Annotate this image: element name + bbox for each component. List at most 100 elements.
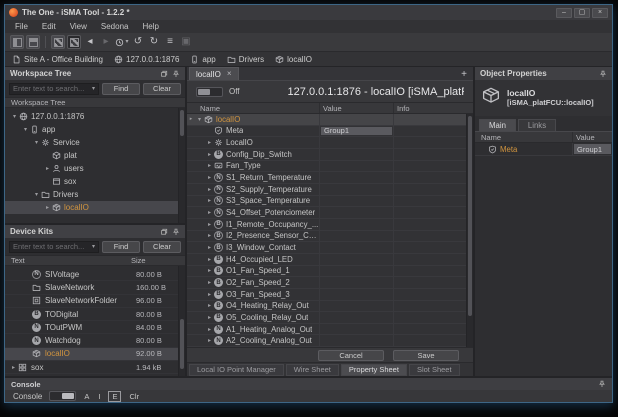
kits-scrollbar[interactable] [178, 266, 185, 376]
property-row-fan-type[interactable]: ▸Fan_Type [187, 161, 466, 173]
expander-icon[interactable]: ▸ [205, 256, 214, 263]
value-cell[interactable] [319, 335, 393, 346]
tree-node-plat[interactable]: plat [5, 149, 178, 162]
workspace-tree-scrollbar[interactable] [178, 108, 185, 223]
new-workspace-icon[interactable] [10, 35, 24, 49]
value-cell[interactable] [319, 254, 393, 265]
kit-row-slavenetworkfolder[interactable]: SlaveNetworkFolder96.00 B [5, 295, 178, 308]
tree-node-localio[interactable]: ▸localIO [5, 201, 178, 214]
undo-icon[interactable]: ↺ [131, 35, 145, 49]
expander-icon[interactable]: ▸ [205, 244, 214, 251]
minimize-button[interactable]: – [556, 8, 572, 18]
value-cell[interactable] [319, 231, 393, 242]
property-row-o3-fan-speed-3[interactable]: ▸BO3_Fan_Speed_3 [187, 289, 466, 301]
scrollbar-thumb[interactable] [468, 116, 472, 316]
float-panel-icon[interactable] [160, 228, 168, 236]
clear-button[interactable]: Clear [143, 241, 181, 253]
expander-icon[interactable]: ▸ [43, 165, 52, 172]
chevron-down-icon[interactable]: ▾ [92, 243, 98, 250]
menu-sedona[interactable]: Sedona [94, 22, 136, 31]
clear-button[interactable]: Clear [143, 83, 181, 95]
value-cell[interactable] [319, 172, 393, 183]
expander-icon[interactable]: ▸ [205, 151, 214, 158]
value-cell[interactable] [319, 137, 393, 148]
value-cell[interactable]: Group1 [319, 126, 393, 137]
tree-node-users[interactable]: ▸users [5, 162, 178, 175]
float-panel-icon[interactable] [160, 70, 168, 78]
property-row-a1-heating-analog-out[interactable]: ▸NA1_Heating_Analog_Out [187, 324, 466, 336]
view-tab-property-sheet[interactable]: Property Sheet [341, 364, 407, 376]
breadcrumb-item-0[interactable]: Site A - Office Building [12, 55, 103, 64]
save-button[interactable]: Save [393, 350, 459, 361]
property-row-i2-presence-sensor-ca-[interactable]: ▸BI2_Presence_Sensor_Ca... [187, 231, 466, 243]
kit-row-watchdog[interactable]: N Watchdog80.00 B [5, 334, 178, 347]
value-cell[interactable] [319, 114, 393, 125]
value-cell[interactable] [319, 207, 393, 218]
property-row-o4-heating-relay-out[interactable]: ▸BO4_Heating_Relay_Out [187, 301, 466, 313]
pin-panel-icon[interactable] [172, 70, 180, 78]
property-row-o5-cooling-relay-out[interactable]: ▸BO5_Cooling_Relay_Out [187, 312, 466, 324]
value-cell[interactable] [319, 312, 393, 323]
expander-icon[interactable]: ▸ [205, 267, 214, 274]
objprop-row-meta[interactable]: Meta Group1 [475, 143, 612, 156]
property-row-s4-offset-potenciometer[interactable]: ▸NS4_Offset_Potenciometer [187, 207, 466, 219]
value-cell[interactable] [319, 161, 393, 172]
expander-icon[interactable]: ▸ [43, 204, 52, 211]
scrollbar-thumb[interactable] [180, 110, 184, 136]
property-row-meta[interactable]: Meta Group1 [187, 126, 466, 138]
expander-icon[interactable]: ▸ [205, 326, 214, 333]
find-button[interactable]: Find [102, 241, 140, 253]
add-tab-button[interactable]: + [459, 70, 469, 80]
tree-node-drivers[interactable]: ▾Drivers [5, 188, 178, 201]
expander-icon[interactable]: ▸ [205, 197, 214, 204]
pin-panel-icon[interactable] [599, 70, 607, 78]
expander-icon[interactable]: ▸ [205, 174, 214, 181]
expander-icon[interactable]: ▸ [205, 221, 214, 228]
cancel-button[interactable]: Cancel [318, 350, 384, 361]
list-icon[interactable]: ≡ [163, 35, 177, 49]
menu-view[interactable]: View [63, 22, 94, 31]
value-cell[interactable] [319, 266, 393, 277]
expander-icon[interactable]: ▸ [205, 337, 214, 344]
value-cell[interactable] [319, 219, 393, 230]
property-row-localio[interactable]: ▸LocalIO [187, 137, 466, 149]
expander-icon[interactable]: ▸ [205, 162, 214, 169]
property-row-h4-occupied-led[interactable]: ▸BH4_Occupied_LED [187, 254, 466, 266]
expander-icon[interactable]: ▸ [205, 302, 214, 309]
breadcrumb-item-4[interactable]: localIO [275, 55, 312, 64]
search-input[interactable] [10, 242, 92, 251]
expander-icon[interactable]: ▾ [32, 191, 41, 198]
tab-localio[interactable]: localIO × [189, 67, 239, 80]
expander-icon[interactable]: ▸ [205, 314, 214, 321]
history-icon[interactable]: ▾ [115, 35, 129, 49]
property-row-o2-fan-speed-2[interactable]: ▸BO2_Fan_Speed_2 [187, 277, 466, 289]
property-row-a2-cooling-analog-out[interactable]: ▸NA2_Cooling_Analog_Out [187, 335, 466, 347]
property-row-s3-space-temperature[interactable]: ▸NS3_Space_Temperature [187, 196, 466, 208]
property-row-i1-remote-occupancy-[interactable]: ▸BI1_Remote_Occupancy_... [187, 219, 466, 231]
kit-row-slavenetwork[interactable]: SlaveNetwork160.00 B [5, 281, 178, 294]
view-tab-wire-sheet[interactable]: Wire Sheet [286, 364, 339, 376]
console-flag-i[interactable]: I [97, 392, 101, 401]
value-cell[interactable] [319, 196, 393, 207]
forward-icon[interactable]: ▸ [99, 35, 113, 49]
close-tab-icon[interactable]: × [227, 70, 232, 78]
property-row-localio[interactable]: ▸ ▾localIO [187, 114, 466, 126]
chevron-down-icon[interactable]: ▾ [92, 85, 98, 92]
pin-panel-icon[interactable] [598, 380, 606, 388]
objprop-tab-main[interactable]: Main [479, 119, 516, 131]
pin-panel-icon[interactable] [172, 228, 180, 236]
property-scrollbar[interactable] [466, 114, 473, 347]
value-cell[interactable]: Group1 [572, 143, 612, 155]
expander-icon[interactable]: ▾ [21, 126, 30, 133]
expander-icon[interactable]: ▾ [195, 116, 204, 123]
value-cell[interactable] [319, 277, 393, 288]
breadcrumb-item-3[interactable]: Drivers [227, 55, 264, 64]
console-toggle[interactable] [49, 391, 76, 401]
objprop-tab-links[interactable]: Links [518, 119, 556, 131]
expander-icon[interactable]: ▸ [9, 364, 18, 371]
search-input[interactable] [10, 84, 92, 93]
view-tab-slot-sheet[interactable]: Slot Sheet [409, 364, 460, 376]
tree-node-127-0-0-1-1876[interactable]: ▾127.0.0.1:1876 [5, 110, 178, 123]
expander-icon[interactable]: ▾ [10, 113, 19, 120]
breadcrumb-item-2[interactable]: app [190, 55, 215, 64]
